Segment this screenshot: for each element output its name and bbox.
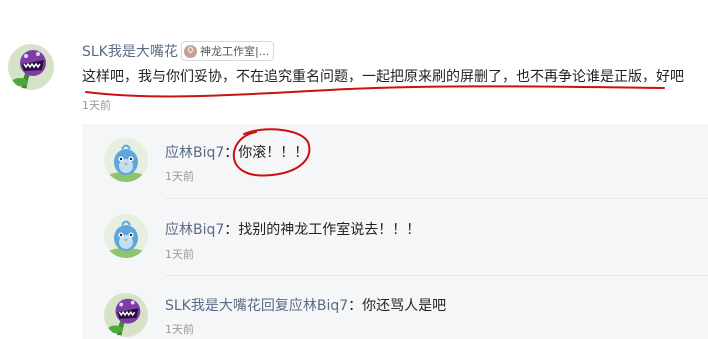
reply-text: 找别的神龙工作室说去！！！ (238, 222, 421, 238)
reply-line: 应林Biq7：你滚！！！ (165, 142, 308, 162)
reply-time: 1天前 (165, 323, 194, 336)
reply-text: 你还骂人是吧 (362, 298, 447, 314)
reply-username[interactable]: 应林Biq7 (165, 145, 224, 161)
reply-time: 1天前 (165, 248, 194, 261)
reply-avatar[interactable] (104, 138, 148, 182)
reply-divider (165, 198, 708, 199)
reply-separator: ： (224, 145, 239, 161)
reply-username[interactable]: SLK我是大嘴花回复应林Biq7 (165, 298, 348, 314)
comment-time: 1天前 (82, 99, 111, 112)
red-underline-mark (85, 85, 665, 98)
comment-text: 这样吧，我与你们妥协，不在追究重名问题，一起把原来刷的屏删了，也不再争论谁是正版… (82, 69, 684, 85)
reply-avatar[interactable] (104, 214, 148, 258)
reply-username[interactable]: 应林Biq7 (165, 222, 224, 238)
fan-badge[interactable]: 0 神龙工作室|... (181, 41, 275, 61)
reply-divider (165, 275, 708, 276)
piranha-plant-avatar-icon (104, 293, 148, 337)
comment-username[interactable]: SLK我是大嘴花 (82, 41, 178, 61)
reply-line: SLK我是大嘴花回复应林Biq7：你还骂人是吧 (165, 295, 446, 315)
reply-time: 1天前 (165, 170, 194, 183)
blue-bird-avatar-icon (104, 214, 148, 258)
piranha-plant-avatar-icon (8, 44, 54, 90)
comment-avatar[interactable] (8, 44, 54, 90)
reply-line: 应林Biq7：找别的神龙工作室说去！！！ (165, 219, 420, 239)
blue-bird-avatar-icon (104, 138, 148, 182)
reply-text: 你滚！！！ (238, 145, 309, 161)
reply-separator: ： (348, 298, 363, 314)
badge-label: 神龙工作室|... (200, 45, 270, 58)
reply-avatar[interactable] (104, 293, 148, 337)
reply-separator: ： (224, 222, 239, 238)
badge-level: 0 (184, 44, 197, 58)
